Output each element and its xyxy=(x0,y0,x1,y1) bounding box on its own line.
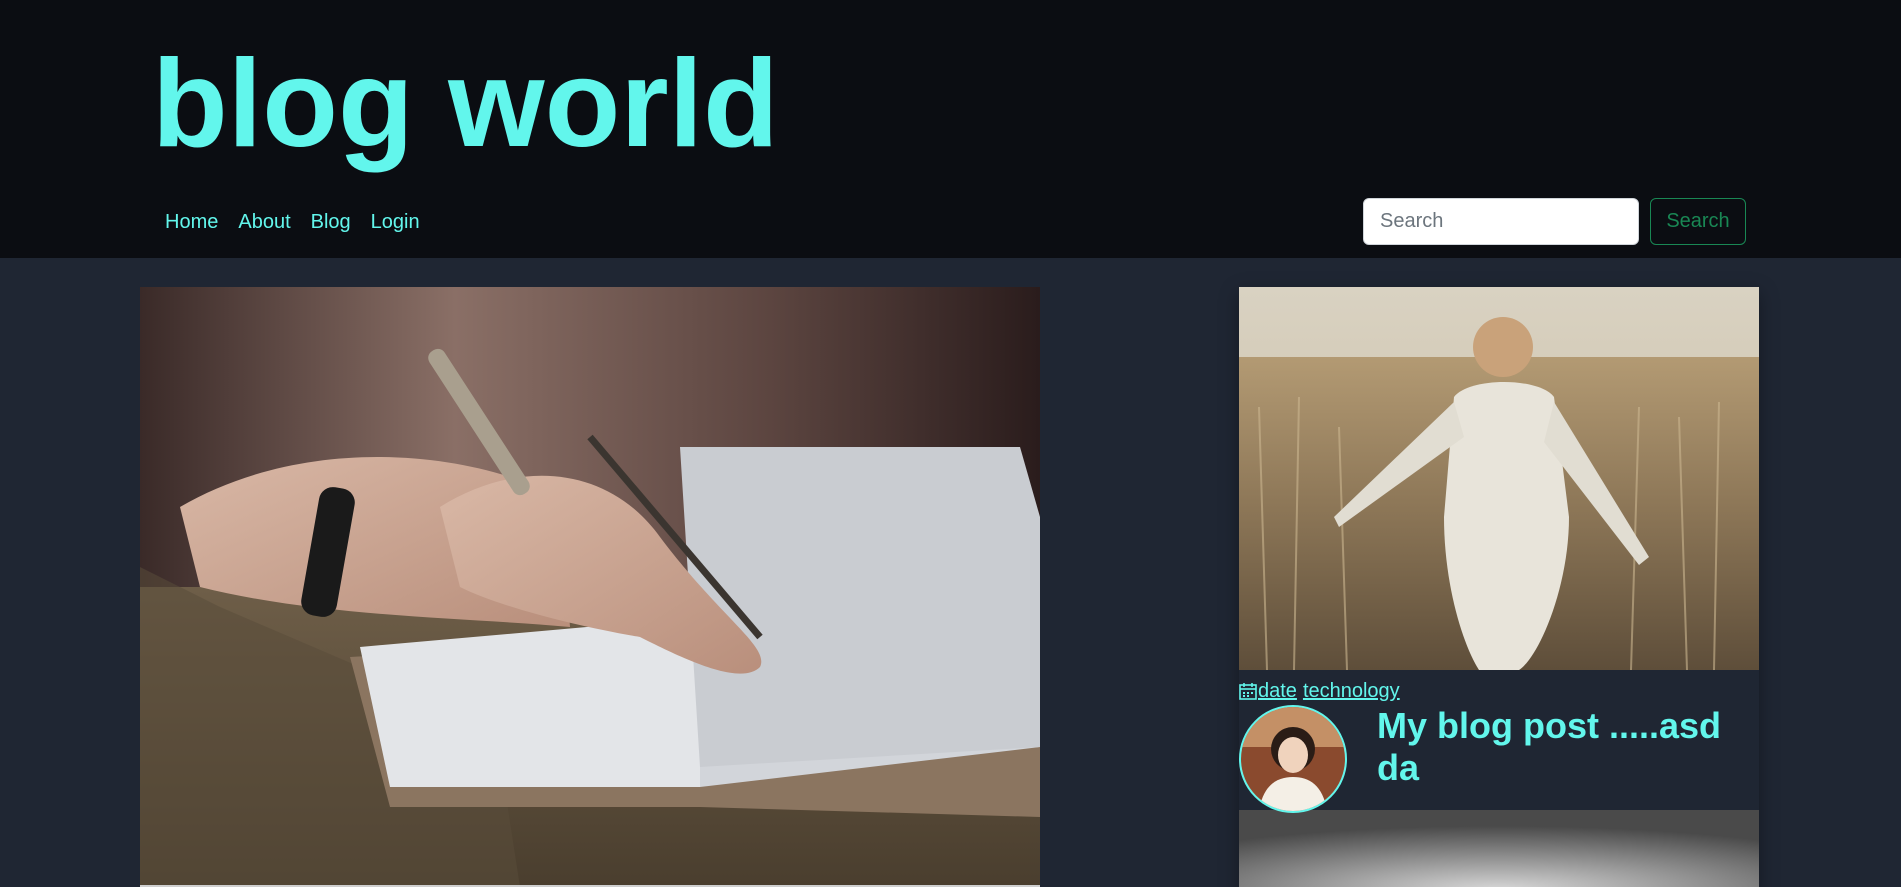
next-post-image[interactable] xyxy=(1239,810,1759,887)
post-image[interactable] xyxy=(1239,287,1759,670)
post-meta: date technology xyxy=(1239,670,1759,703)
blog-post-card[interactable]: date technology My blog post .....asd da xyxy=(1239,287,1759,887)
nav-about-link[interactable]: About xyxy=(228,208,300,236)
search-input[interactable] xyxy=(1363,198,1639,245)
author-avatar[interactable] xyxy=(1239,705,1347,813)
calendar-icon xyxy=(1239,683,1257,700)
nav-login-link[interactable]: Login xyxy=(361,208,430,236)
site-header: blog world Home About Blog Login Search xyxy=(0,0,1901,258)
next-post-image-svg xyxy=(1239,810,1759,887)
featured-image-svg xyxy=(140,287,1040,887)
post-date-link[interactable]: date xyxy=(1239,679,1297,703)
post-date-label: date xyxy=(1258,680,1297,702)
featured-image xyxy=(140,287,1040,887)
post-title[interactable]: My blog post .....asd da xyxy=(1377,705,1737,789)
main-nav: Home About Blog Login xyxy=(155,208,430,236)
post-header-row: My blog post .....asd da xyxy=(1239,703,1759,813)
search-button[interactable]: Search xyxy=(1650,198,1746,245)
author-avatar-svg xyxy=(1241,707,1345,811)
post-image-svg xyxy=(1239,287,1759,670)
nav-blog-link[interactable]: Blog xyxy=(301,208,361,236)
site-title: blog world xyxy=(152,35,779,173)
post-category-link[interactable]: technology xyxy=(1303,679,1400,703)
search-form: Search xyxy=(1363,198,1746,245)
nav-home-link[interactable]: Home xyxy=(155,208,228,236)
